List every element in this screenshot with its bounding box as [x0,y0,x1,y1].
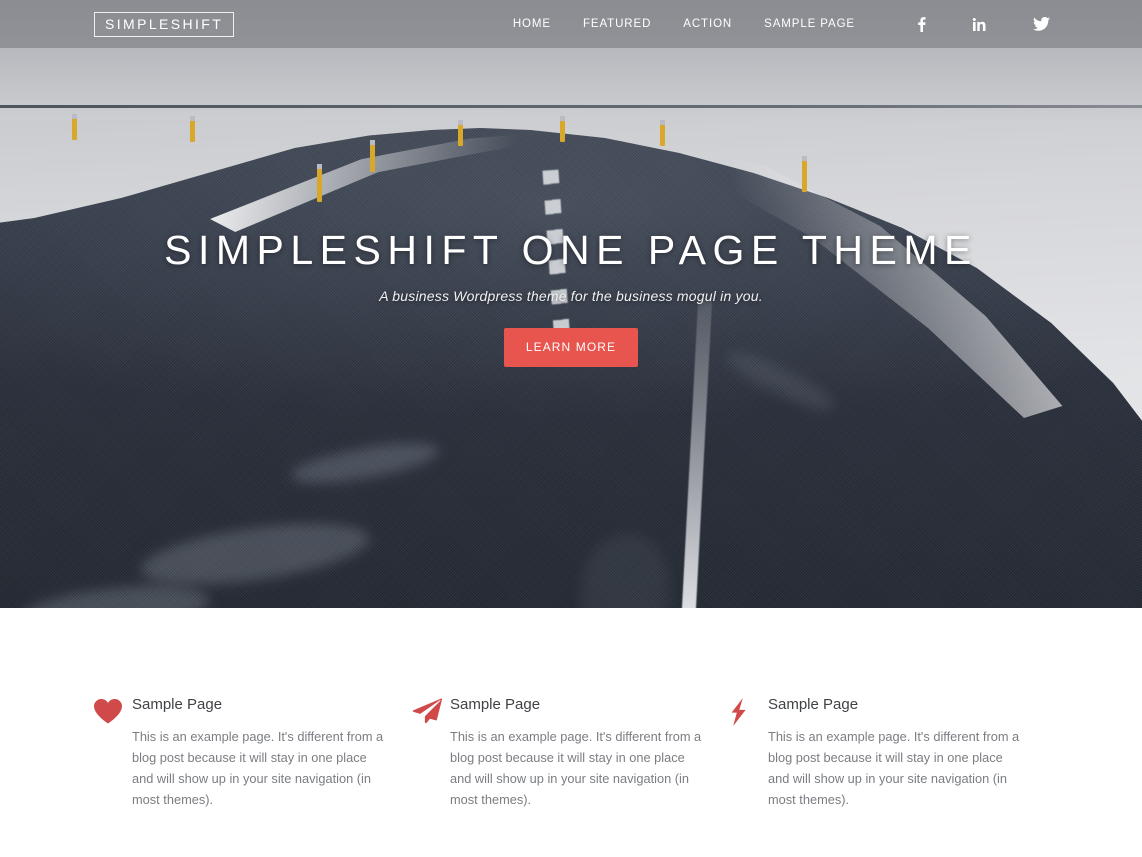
features-section: Sample Page This is an example page. It'… [0,608,1142,848]
lightning-bolt-icon [730,696,768,726]
hero-section: SIMPLESHIFT HOME FEATURED ACTION SAMPLE … [0,0,1142,608]
hero-subtitle: A business Wordpress theme for the busin… [379,288,763,304]
feature-row-1: Sample Page This is an example page. It'… [0,696,1142,810]
social-links [885,16,1050,32]
linkedin-icon[interactable] [972,17,987,32]
feature-text: This is an example page. It's different … [768,729,1020,807]
nav-item-featured[interactable]: FEATURED [583,18,651,30]
hero-content: SIMPLESHIFT ONE PAGE THEME A business Wo… [0,0,1142,608]
nav-item-action[interactable]: ACTION [683,18,732,30]
feature-body: Sample Page This is an example page. It'… [450,696,702,810]
heart-icon [94,696,132,724]
facebook-icon[interactable] [917,16,926,32]
hero-title: SIMPLESHIFT ONE PAGE THEME [164,227,978,273]
learn-more-button[interactable]: LEARN MORE [503,328,639,367]
main-navigation: HOME FEATURED ACTION SAMPLE PAGE [481,16,1050,32]
nav-item-sample-page[interactable]: SAMPLE PAGE [764,18,855,30]
site-logo[interactable]: SIMPLESHIFT [94,11,235,37]
feature-text: This is an example page. It's different … [450,729,702,807]
feature-text: This is an example page. It's different … [132,729,384,807]
site-header: SIMPLESHIFT HOME FEATURED ACTION SAMPLE … [0,0,1142,48]
feature-card: Sample Page This is an example page. It'… [412,696,730,810]
feature-card: Sample Page This is an example page. It'… [94,696,412,810]
feature-body: Sample Page This is an example page. It'… [768,696,1020,810]
paper-plane-icon [412,696,450,724]
feature-title: Sample Page [450,696,541,713]
feature-title: Sample Page [768,696,859,713]
feature-card: Sample Page This is an example page. It'… [730,696,1048,810]
feature-body: Sample Page This is an example page. It'… [132,696,384,810]
twitter-icon[interactable] [1033,17,1050,31]
nav-item-home[interactable]: HOME [513,18,551,30]
feature-title: Sample Page [132,696,223,713]
